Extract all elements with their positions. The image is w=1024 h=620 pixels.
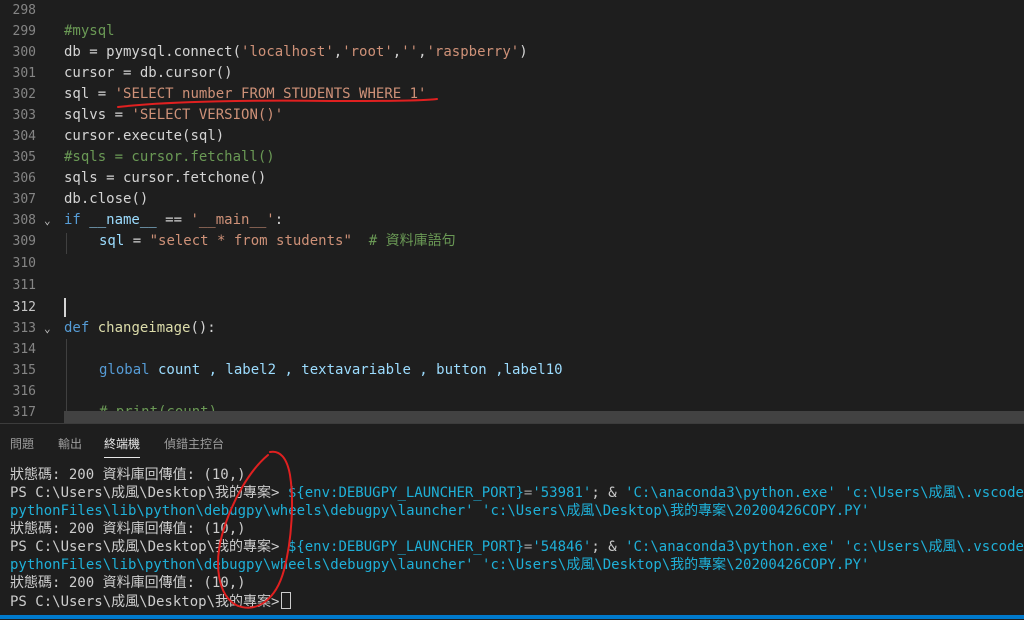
code-line: 300 db = pymysql.connect('localhost','ro… [0,42,1024,63]
line-number: 309 [12,234,36,249]
line-number: 314 [12,342,36,357]
chevron-down-icon[interactable]: ⌄ [44,318,51,339]
line-number: 317 [12,405,36,420]
code-line: 309 sql = "select * from students" # 資料庫… [0,231,1024,252]
line-number: 302 [12,87,36,102]
code-text: cursor.execute(sql) [64,128,225,144]
bottom-panel: 問題 輸出 終端機 偵錯主控台 狀態碼: 200 資料庫回傳值: (10,) P… [0,423,1024,620]
code-text: db.close() [64,191,149,207]
code-line: 308 ⌄ if __name__ == '__main__': [0,210,1024,231]
code-line: 315 global count , label2 , textavariabl… [0,360,1024,381]
line-number: 315 [12,363,36,378]
line-number: 308 [12,213,36,228]
code-line: 306 sqls = cursor.fetchone() [0,168,1024,189]
code-text: #mysql [64,23,115,39]
chevron-down-icon[interactable]: ⌄ [44,210,51,231]
code-text: global count , label2 , textavariable , … [99,362,563,378]
line-number: 306 [12,171,36,186]
terminal-prompt[interactable]: PS C:\Users\成風\Desktop\我的專案> [10,592,292,610]
terminal-cursor [281,592,292,609]
line-number: 301 [12,66,36,81]
code-text: sqlvs = 'SELECT VERSION()' [64,107,284,123]
tab-debug-console[interactable]: 偵錯主控台 [164,435,224,452]
line-number: 312 [12,300,36,315]
line-number: 311 [12,278,36,293]
code-editor[interactable]: 298 299 #mysql 300 db = pymysql.connect(… [0,0,1024,423]
tab-problems[interactable]: 問題 [10,435,34,452]
tab-output[interactable]: 輸出 [58,435,82,452]
code-line: 305 #sqls = cursor.fetchall() [0,147,1024,168]
code-line: 310 [0,253,1024,274]
code-line: 302 sql = 'SELECT number FROM STUDENTS W… [0,84,1024,105]
terminal-line: 狀態碼: 200 資料庫回傳值: (10,) [10,521,246,537]
terminal-line: pythonFiles\lib\python\debugpy\wheels\de… [10,503,870,519]
terminal-line: 狀態碼: 200 資料庫回傳值: (10,) [10,575,246,591]
code-line: 303 sqlvs = 'SELECT VERSION()' [0,105,1024,126]
code-text: cursor = db.cursor() [64,65,233,81]
line-number: 304 [12,129,36,144]
terminal-line: pythonFiles\lib\python\debugpy\wheels\de… [10,557,870,573]
code-text: def changeimage(): [64,320,216,336]
terminal-line: 狀態碼: 200 資料庫回傳值: (10,) [10,467,246,483]
code-text: sql = 'SELECT number FROM STUDENTS WHERE… [64,86,427,102]
text-cursor [64,298,66,317]
code-text: if __name__ == '__main__': [64,212,284,228]
code-line: 314 [0,339,1024,360]
horizontal-scrollbar[interactable] [64,411,1024,423]
line-number: 316 [12,384,36,399]
code-line: 299 #mysql [0,21,1024,42]
line-number: 307 [12,192,36,207]
code-line-current: 312 [0,297,1024,318]
line-number: 299 [12,24,36,39]
terminal-line: PS C:\Users\成風\Desktop\我的專案> ${env:DEBUG… [10,539,1024,555]
code-line: 304 cursor.execute(sql) [0,126,1024,147]
line-number: 313 [12,321,36,336]
code-line: 298 [0,0,1024,21]
tab-terminal[interactable]: 終端機 [104,435,141,458]
code-line: 316 [0,381,1024,402]
terminal-line: PS C:\Users\成風\Desktop\我的專案> ${env:DEBUG… [10,485,1024,501]
code-line: 307 db.close() [0,189,1024,210]
line-number: 298 [12,3,36,18]
line-number: 303 [12,108,36,123]
code-line: 311 [0,275,1024,296]
panel-tab-bar: 問題 輸出 終端機 偵錯主控台 [0,424,1024,460]
code-text: sql = "select * from students" # 資料庫語句 [99,233,456,249]
code-text: sqls = cursor.fetchone() [64,170,267,186]
code-line: 301 cursor = db.cursor() [0,63,1024,84]
code-text: db = pymysql.connect('localhost','root',… [64,44,528,60]
code-text: #sqls = cursor.fetchall() [64,149,275,165]
line-number: 305 [12,150,36,165]
line-number: 310 [12,256,36,271]
line-number: 300 [12,45,36,60]
code-line: 313 ⌄ def changeimage(): [0,318,1024,339]
status-accent-bar [0,615,1024,619]
